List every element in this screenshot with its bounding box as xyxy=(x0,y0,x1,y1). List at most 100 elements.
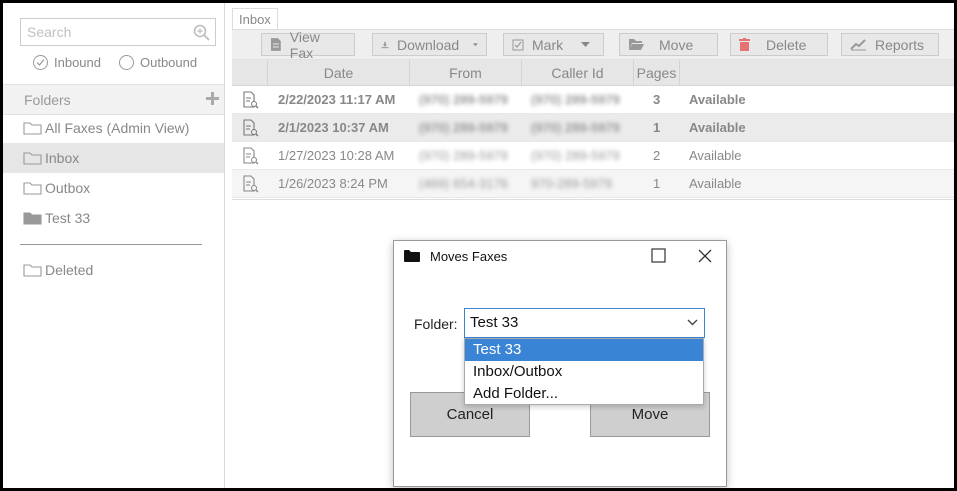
folder-label: All Faxes (Admin View) xyxy=(45,120,190,136)
filter-outbound-label: Outbound xyxy=(140,55,198,70)
folder-all-faxes[interactable]: All Faxes (Admin View) xyxy=(3,113,224,143)
search-icon[interactable] xyxy=(193,24,210,41)
fax-document-icon xyxy=(243,91,259,109)
cell-date: 1/27/2023 10:28 AM xyxy=(278,148,395,163)
cell-pages: 2 xyxy=(653,148,661,163)
cell-pages: 1 xyxy=(653,120,661,135)
search-input[interactable] xyxy=(21,19,186,45)
reports-button[interactable]: Reports xyxy=(841,33,939,56)
column-header-caller-id[interactable]: Caller Id xyxy=(522,60,634,86)
divider xyxy=(20,244,202,245)
filter-inbound-label: Inbound xyxy=(54,55,101,70)
column-header-from[interactable]: From xyxy=(410,60,522,86)
mark-label: Mark xyxy=(532,36,564,53)
column-header-icon xyxy=(232,60,268,86)
cell-date: 2/22/2023 11:17 AM xyxy=(278,92,396,107)
column-header-date[interactable]: Date xyxy=(268,60,410,86)
reports-label: Reports xyxy=(875,36,925,53)
folder-label: Test 33 xyxy=(45,210,91,226)
trash-icon xyxy=(739,38,750,51)
folder-dropdown-list: Test 33 Inbox/Outbox Add Folder... xyxy=(464,338,704,405)
folder-test-33[interactable]: Test 33 xyxy=(3,203,224,233)
fax-document-icon xyxy=(243,119,259,137)
cell-status: Available xyxy=(689,92,746,107)
document-icon xyxy=(270,38,281,51)
folder-outline-icon xyxy=(23,264,42,277)
folder-label: Outbox xyxy=(45,180,91,196)
download-icon xyxy=(381,41,389,48)
cell-caller-id: (970) 289-5979 xyxy=(531,120,620,135)
cell-caller-id: (970) 289-5979 xyxy=(531,148,620,163)
app-window: Inbound Outbound Folders All Faxes (Admi… xyxy=(3,3,954,488)
close-icon[interactable] xyxy=(697,248,713,264)
move-faxes-dialog: Moves Faxes Folder: Test 33 Cancel Move … xyxy=(393,240,727,487)
plus-icon[interactable] xyxy=(205,91,220,106)
folder-open-icon xyxy=(629,39,644,50)
cell-from: (970) 289-5979 xyxy=(419,148,508,163)
folder-label: Folder: xyxy=(414,316,458,332)
sidebar: Inbound Outbound Folders All Faxes (Admi… xyxy=(3,3,225,488)
dropdown-option-test-33[interactable]: Test 33 xyxy=(465,339,703,361)
folder-deleted[interactable]: Deleted xyxy=(3,255,224,285)
folder-outline-icon xyxy=(23,152,42,165)
table-row[interactable]: 2/22/2023 11:17 AM (970) 289-5979 (970) … xyxy=(232,86,954,114)
folder-icon xyxy=(404,250,420,262)
cell-from: (469) 654-3176 xyxy=(419,176,508,191)
radio-icon[interactable] xyxy=(119,55,134,70)
move-button[interactable]: Move xyxy=(619,33,718,56)
cell-date: 2/1/2023 10:37 AM xyxy=(278,120,389,135)
folder-label: Deleted xyxy=(45,262,94,278)
download-label: Download xyxy=(396,36,460,53)
mark-button[interactable]: Mark xyxy=(503,33,604,56)
chart-line-icon xyxy=(850,39,866,51)
move-label: Move xyxy=(659,36,694,53)
caret-down-icon xyxy=(473,42,478,46)
download-button[interactable]: Download xyxy=(372,33,487,56)
folder-select[interactable]: Test 33 xyxy=(464,308,705,338)
folder-select-value: Test 33 xyxy=(470,314,519,331)
filter-outbound[interactable]: Outbound xyxy=(119,55,197,70)
cell-pages: 1 xyxy=(653,176,661,191)
chevron-down-icon xyxy=(687,319,698,326)
folders-header: Folders xyxy=(3,84,224,115)
table-row[interactable]: 2/1/2023 10:37 AM (970) 289-5979 (970) 2… xyxy=(232,114,954,142)
dialog-title: Moves Faxes xyxy=(430,249,508,264)
cell-caller-id: (970) 289-5979 xyxy=(531,92,620,107)
table-row[interactable]: 1/26/2023 8:24 PM (469) 654-3176 970-289… xyxy=(232,170,954,198)
cell-from: (970) 289-5979 xyxy=(419,120,508,135)
folder-outline-icon xyxy=(23,122,42,135)
folder-inbox[interactable]: Inbox xyxy=(3,143,224,173)
folder-filled-icon xyxy=(23,212,42,225)
folder-outbox[interactable]: Outbox xyxy=(3,173,224,203)
view-fax-button[interactable]: View Fax xyxy=(261,29,355,61)
table-row[interactable]: 1/27/2023 10:28 AM (970) 289-5979 (970) … xyxy=(232,142,954,170)
cell-from: (970) 289-5979 xyxy=(419,92,508,107)
search-box[interactable] xyxy=(20,18,216,46)
cell-status: Available xyxy=(689,148,742,163)
view-fax-label: View Fax xyxy=(289,28,320,61)
fax-document-icon xyxy=(243,147,259,165)
cell-date: 1/26/2023 8:24 PM xyxy=(278,176,388,191)
dropdown-option-inbox-outbox[interactable]: Inbox/Outbox xyxy=(465,361,703,383)
check-circle-icon[interactable] xyxy=(33,55,48,70)
caret-down-icon xyxy=(581,41,591,47)
cell-status: Available xyxy=(689,176,742,191)
filter-inbound[interactable]: Inbound xyxy=(33,55,101,70)
tab-inbox[interactable]: Inbox xyxy=(232,8,278,30)
cell-caller-id: 970-289-5979 xyxy=(531,176,612,191)
maximize-icon[interactable] xyxy=(651,248,666,263)
grid-header: Date From Caller Id Pages xyxy=(232,60,954,86)
fax-document-icon xyxy=(243,175,259,193)
column-header-pages[interactable]: Pages xyxy=(634,60,680,86)
delete-label: Delete xyxy=(766,36,807,53)
folders-title: Folders xyxy=(24,92,71,108)
dropdown-option-add-folder[interactable]: Add Folder... xyxy=(465,383,703,405)
toolbar: View Fax Download Mark Move Delete Repor… xyxy=(232,29,954,61)
cell-pages: 3 xyxy=(653,92,661,107)
delete-button[interactable]: Delete xyxy=(730,33,828,56)
folder-label: Inbox xyxy=(45,150,80,166)
cell-status: Available xyxy=(689,120,746,135)
folder-outline-icon xyxy=(23,182,42,195)
checkbox-icon xyxy=(512,39,524,50)
divider xyxy=(232,199,954,200)
